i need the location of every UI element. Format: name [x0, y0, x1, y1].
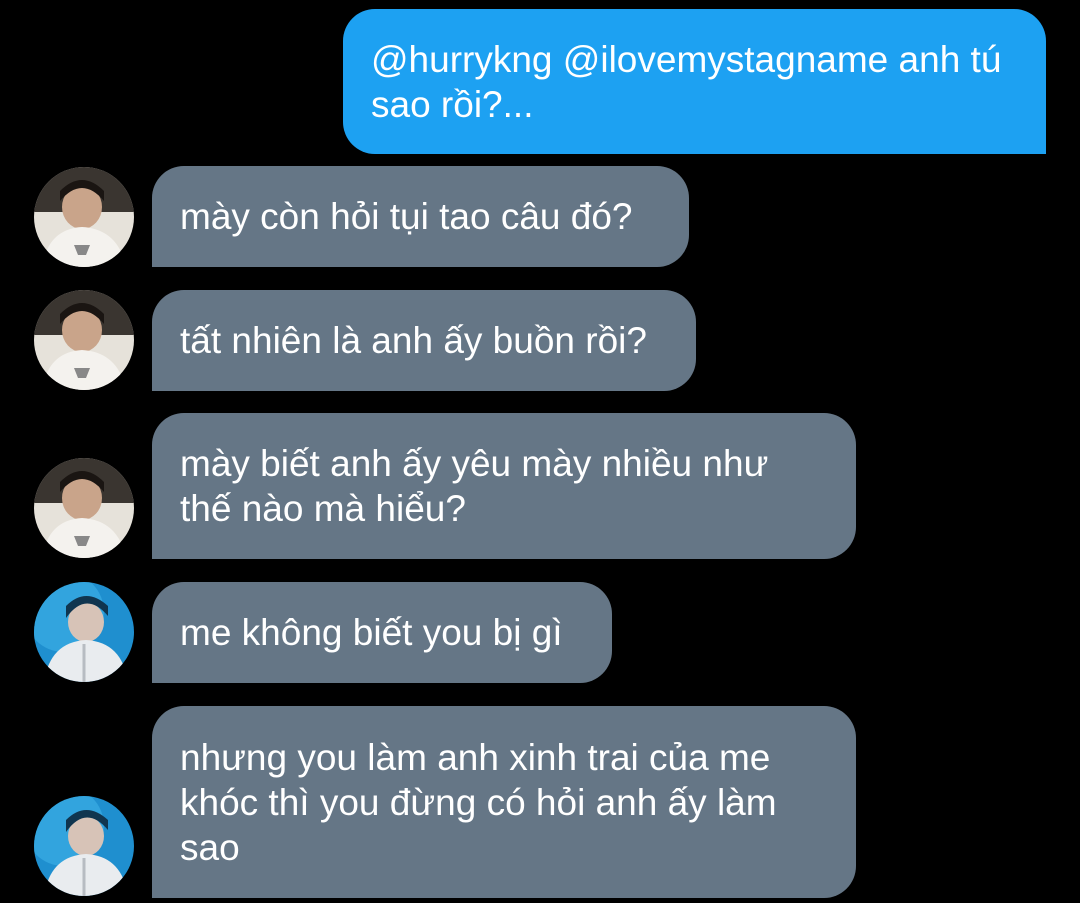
- message-text: nhưng you làm anh xinh trai của me khóc …: [180, 736, 777, 868]
- message-text: tất nhiên là anh ấy buồn rồi?: [180, 320, 647, 361]
- message-text: mày biết anh ấy yêu mày nhiều như thế nà…: [180, 443, 769, 529]
- avatar-photo-icon: [34, 167, 134, 267]
- avatar[interactable]: [34, 582, 134, 682]
- message-bubble-incoming[interactable]: tất nhiên là anh ấy buồn rồi?: [152, 290, 696, 391]
- avatar[interactable]: [34, 458, 134, 558]
- avatar-photo-icon: [34, 796, 134, 896]
- avatar-photo-icon: [34, 290, 134, 390]
- chat-screen: @hurrykng @ilovemystagname anh tú sao rồ…: [0, 0, 1080, 903]
- message-text: mày còn hỏi tụi tao câu đó?: [180, 196, 633, 237]
- message-text: @hurrykng @ilovemystagname anh tú sao rồ…: [371, 38, 1002, 125]
- message-bubble-incoming[interactable]: nhưng you làm anh xinh trai của me khóc …: [152, 706, 856, 898]
- message-text: me không biết you bị gì: [180, 612, 563, 653]
- message-bubble-incoming[interactable]: mày còn hỏi tụi tao câu đó?: [152, 166, 689, 267]
- avatar-photo-icon: [34, 582, 134, 682]
- avatar[interactable]: [34, 290, 134, 390]
- avatar[interactable]: [34, 167, 134, 267]
- message-bubble-incoming[interactable]: mày biết anh ấy yêu mày nhiều như thế nà…: [152, 413, 856, 559]
- message-bubble-incoming[interactable]: me không biết you bị gì: [152, 582, 612, 683]
- avatar-photo-icon: [34, 458, 134, 558]
- avatar[interactable]: [34, 796, 134, 896]
- message-bubble-outgoing[interactable]: @hurrykng @ilovemystagname anh tú sao rồ…: [343, 9, 1046, 154]
